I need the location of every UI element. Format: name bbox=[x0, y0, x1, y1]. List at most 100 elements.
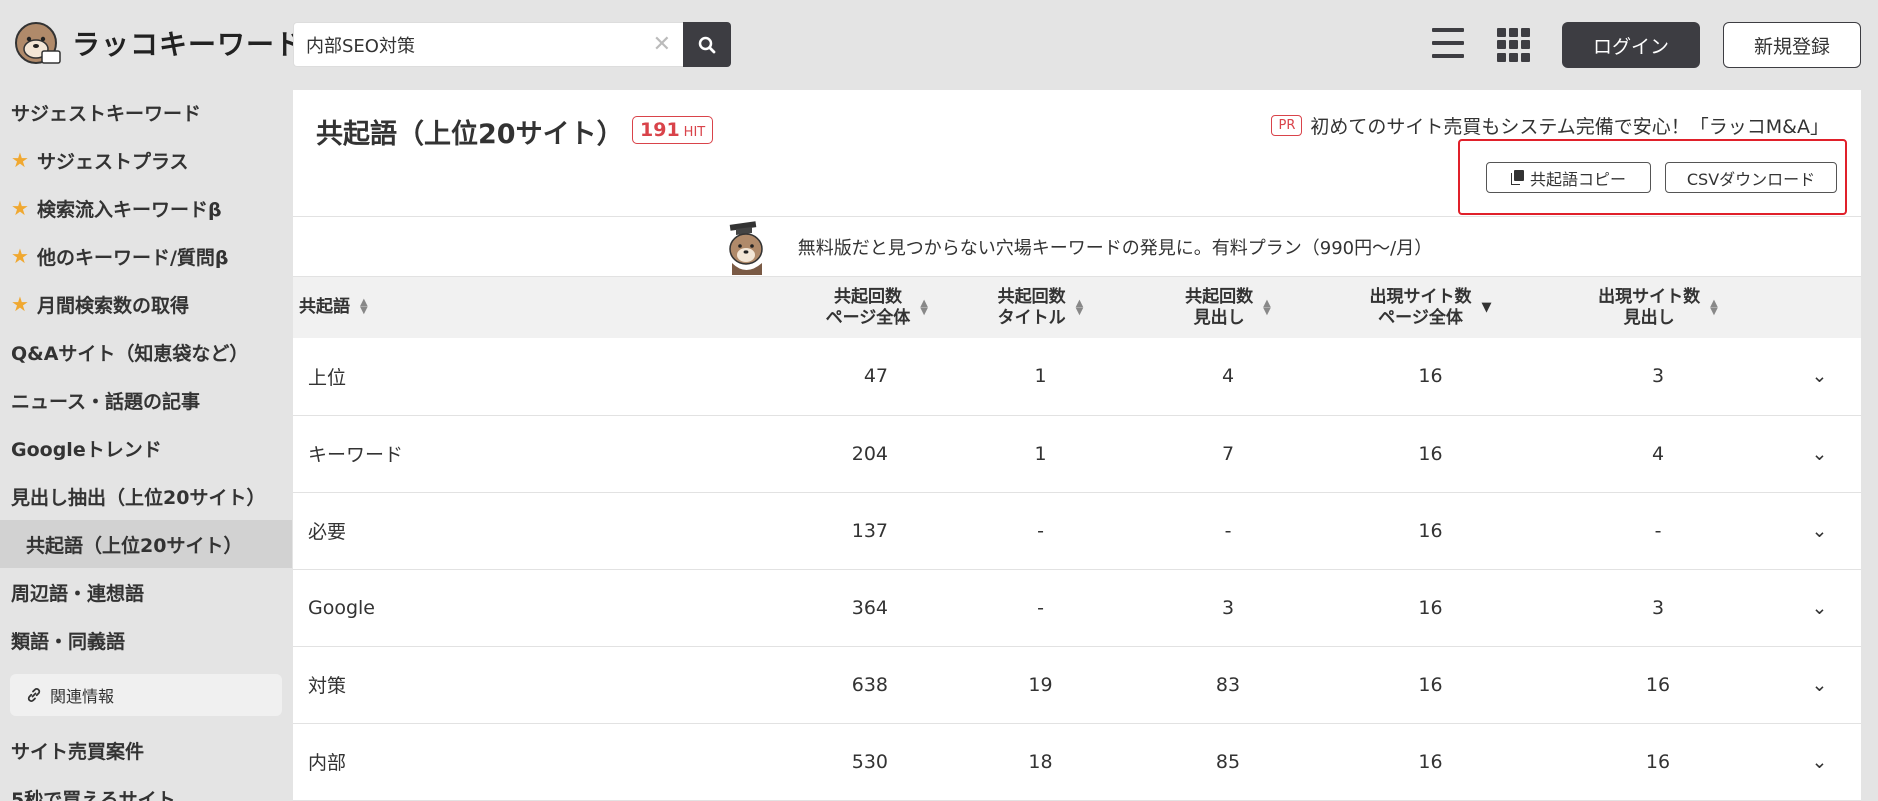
content-header: 共起語（上位20サイト） 191 HIT PR 初めてのサイト売買もシステム完備… bbox=[293, 90, 1861, 217]
logo-text: ラッコキーワード bbox=[72, 28, 305, 61]
hit-count-badge: 191 HIT bbox=[632, 116, 714, 144]
search-box: ✕ bbox=[293, 22, 683, 67]
sidebar-item-search-inflow[interactable]: ★ 検索流入キーワードβ bbox=[0, 184, 292, 232]
sidebar-item-label: 検索流入キーワードβ bbox=[36, 198, 222, 221]
csv-download-button[interactable]: CSVダウンロード bbox=[1665, 162, 1837, 193]
cell-word: 内部 bbox=[293, 723, 703, 801]
header-label: 出現サイト数 bbox=[1598, 286, 1701, 307]
column-header-sites-page[interactable]: 出現サイト数 ページ全体 ▼ bbox=[1323, 277, 1538, 338]
search-icon bbox=[698, 36, 716, 53]
pr-text: 初めてのサイト売買もシステム完備で安心！「ラッコM&A」 bbox=[1310, 116, 1829, 138]
cell-count-heading: 7 bbox=[1133, 415, 1323, 493]
sidebar-item-label: サイト売買案件 bbox=[11, 740, 145, 763]
sidebar-item-suggest[interactable]: サジェストキーワード bbox=[0, 88, 292, 136]
search-button[interactable] bbox=[683, 22, 731, 67]
cell-sites-page: 16 bbox=[1323, 723, 1538, 801]
sidebar-item-news[interactable]: ニュース・話題の記事 bbox=[0, 376, 292, 424]
sort-icon[interactable]: ▲ ▼ bbox=[360, 298, 368, 316]
star-icon: ★ bbox=[11, 148, 29, 172]
apps-grid-icon[interactable] bbox=[1497, 28, 1531, 62]
copy-label: 共起語コピー bbox=[1529, 169, 1626, 189]
sidebar-item-qa[interactable]: Q&Aサイト（知恵袋など） bbox=[0, 328, 292, 376]
column-header-sites-heading[interactable]: 出現サイト数 見出し ▲ ▼ bbox=[1538, 277, 1778, 338]
sidebar-item-other-keywords[interactable]: ★ 他のキーワード/質問β bbox=[0, 232, 292, 280]
pr-badge: PR bbox=[1271, 115, 1303, 136]
header-label: 共起回数 bbox=[997, 286, 1066, 307]
cell-count-page: 638 bbox=[703, 646, 948, 724]
chevron-down-icon[interactable]: ⌄ bbox=[1778, 646, 1861, 724]
sidebar-item-label: サジェストプラス bbox=[36, 150, 189, 173]
sidebar-item-label: 共起語（上位20サイト） bbox=[26, 534, 243, 557]
header-label: 共起語 bbox=[299, 297, 350, 317]
cell-sites-heading: - bbox=[1538, 492, 1778, 570]
star-icon: ★ bbox=[11, 244, 29, 268]
logo[interactable]: ラッコキーワード bbox=[12, 18, 304, 68]
sidebar-item-label: 他のキーワード/質問β bbox=[36, 246, 229, 269]
header-label: 出現サイト数 bbox=[1369, 286, 1472, 307]
banner-text: 無料版だと見つからない穴場キーワードの発見に。有料プラン（990円〜/月） bbox=[797, 237, 1433, 259]
star-icon: ★ bbox=[11, 196, 29, 220]
pr-ad-link[interactable]: PR 初めてのサイト売買もシステム完備で安心！「ラッコM&A」 bbox=[1271, 112, 1829, 139]
sidebar-item-synonyms[interactable]: 類語・同義語 bbox=[0, 616, 292, 664]
cell-sites-heading: 3 bbox=[1538, 338, 1778, 416]
cell-word: キーワード bbox=[293, 415, 703, 493]
column-header-count-heading[interactable]: 共起回数 見出し ▲ ▼ bbox=[1133, 277, 1323, 338]
sidebar-item-headings[interactable]: 見出し抽出（上位20サイト） bbox=[0, 472, 292, 520]
sidebar-item-quick-buy[interactable]: 5秒で買えるサイト bbox=[0, 774, 292, 801]
column-header-count-title[interactable]: 共起回数 タイトル ▲ ▼ bbox=[948, 277, 1133, 338]
upgrade-banner[interactable]: 無料版だと見つからない穴場キーワードの発見に。有料プラン（990円〜/月） bbox=[293, 217, 1861, 277]
sort-icon[interactable]: ▲ ▼ bbox=[920, 298, 928, 316]
table-row: 必要 137 - - 16 - ⌄ bbox=[293, 492, 1861, 570]
chevron-down-icon[interactable]: ⌄ bbox=[1778, 723, 1861, 801]
related-info-label: 関連情報 bbox=[50, 687, 115, 706]
sidebar-item-suggest-plus[interactable]: ★ サジェストプラス bbox=[0, 136, 292, 184]
sidebar-item-label: 類語・同義語 bbox=[11, 630, 126, 653]
cell-count-heading: 83 bbox=[1133, 646, 1323, 724]
sidebar-item-google-trends[interactable]: Googleトレンド bbox=[0, 424, 292, 472]
copy-cooccurrence-button[interactable]: 共起語コピー bbox=[1486, 162, 1651, 193]
login-button[interactable]: ログイン bbox=[1562, 22, 1700, 68]
sidebar-item-cooccurrence[interactable]: 共起語（上位20サイト） bbox=[0, 520, 292, 568]
otter-logo-icon bbox=[12, 17, 64, 69]
column-header-word[interactable]: 共起語 ▲ ▼ bbox=[293, 277, 703, 338]
chevron-down-icon[interactable]: ⌄ bbox=[1778, 338, 1861, 416]
cell-count-page: 137 bbox=[703, 492, 948, 570]
cell-count-heading: 4 bbox=[1133, 338, 1323, 416]
sidebar-item-related-words[interactable]: 周辺語・連想語 bbox=[0, 568, 292, 616]
sort-desc-icon[interactable]: ▼ bbox=[1482, 301, 1492, 314]
column-header-count-page[interactable]: 共起回数 ページ全体 ▲ ▼ bbox=[703, 277, 948, 338]
cell-count-title: - bbox=[948, 569, 1133, 647]
otter-mascot-icon bbox=[729, 220, 763, 275]
chevron-down-icon[interactable]: ⌄ bbox=[1778, 415, 1861, 493]
sidebar-item-label: 周辺語・連想語 bbox=[11, 582, 145, 605]
search-input[interactable] bbox=[306, 34, 647, 55]
sort-icon[interactable]: ▲ ▼ bbox=[1710, 298, 1718, 316]
cell-word: Google bbox=[293, 569, 703, 647]
sort-icon[interactable]: ▲ ▼ bbox=[1076, 298, 1084, 316]
related-info-button[interactable]: 関連情報 bbox=[10, 674, 282, 716]
sidebar-item-site-trading[interactable]: サイト売買案件 bbox=[0, 726, 292, 774]
table-row: 上位 47 1 4 16 3 ⌄ bbox=[293, 338, 1861, 416]
link-icon bbox=[27, 688, 41, 702]
sort-icon[interactable]: ▲ ▼ bbox=[1263, 298, 1271, 316]
menu-icon[interactable] bbox=[1432, 28, 1464, 58]
cell-sites-page: 16 bbox=[1323, 338, 1538, 416]
register-button[interactable]: 新規登録 bbox=[1723, 22, 1861, 68]
cell-sites-heading: 3 bbox=[1538, 569, 1778, 647]
cell-sites-page: 16 bbox=[1323, 569, 1538, 647]
cell-count-title: - bbox=[948, 492, 1133, 570]
column-header-expand bbox=[1778, 277, 1861, 338]
chevron-down-icon[interactable]: ⌄ bbox=[1778, 569, 1861, 647]
sidebar-item-label: サジェストキーワード bbox=[11, 102, 202, 125]
table-row: 対策 638 19 83 16 16 ⌄ bbox=[293, 646, 1861, 724]
cell-word: 必要 bbox=[293, 492, 703, 570]
search-bar: ✕ bbox=[293, 22, 731, 67]
clear-icon[interactable]: ✕ bbox=[653, 32, 671, 57]
header-label: 見出し bbox=[1193, 307, 1245, 328]
sidebar-item-label: ニュース・話題の記事 bbox=[11, 390, 201, 413]
cell-sites-page: 16 bbox=[1323, 646, 1538, 724]
cell-count-title: 19 bbox=[948, 646, 1133, 724]
cell-count-page: 364 bbox=[703, 569, 948, 647]
sidebar-item-monthly-volume[interactable]: ★ 月間検索数の取得 bbox=[0, 280, 292, 328]
chevron-down-icon[interactable]: ⌄ bbox=[1778, 492, 1861, 570]
